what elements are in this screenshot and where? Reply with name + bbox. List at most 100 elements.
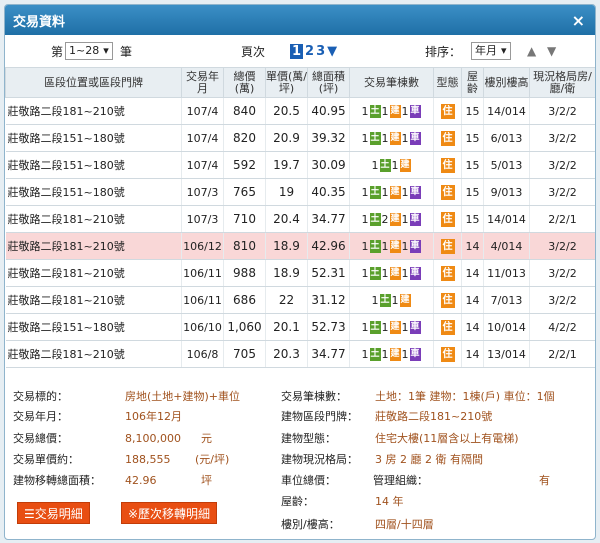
count-car: 1 xyxy=(401,239,409,253)
col-header[interactable]: 交易筆棟數 xyxy=(349,67,434,98)
car-badge-icon: 車 xyxy=(409,266,421,280)
title-bar: 交易資料 × xyxy=(5,5,595,35)
cell-area: 40.95 xyxy=(307,97,350,125)
col-header[interactable]: 現況格局房/廳/衛 xyxy=(529,67,595,98)
cell-counts: 1土1建1車 xyxy=(349,124,434,152)
cell-counts: 1土1建1車 xyxy=(349,313,434,341)
count-land: 1 xyxy=(361,347,369,361)
count-bldg: 2 xyxy=(381,212,389,226)
close-icon[interactable]: × xyxy=(572,11,585,30)
cell-total: 765 xyxy=(223,178,266,206)
col-header[interactable]: 總面積(坪) xyxy=(307,67,350,98)
count-land: 1 xyxy=(371,293,379,307)
table-row[interactable]: 莊敬路二段181~210號 107/4 840 20.5 40.95 1 土 1 建 1 車住 15 1… xyxy=(5,97,595,125)
sort-label: 排序： xyxy=(425,44,462,59)
table-row[interactable]: 莊敬路二段181~210號 106/8 705 20.3 34.77 1 土 1 建 1 車住 14 1… xyxy=(5,340,595,368)
count-car: 1 xyxy=(401,347,409,361)
cell-type: 住 xyxy=(433,97,462,125)
col-header[interactable]: 屋齡 xyxy=(461,67,484,98)
bldg-badge-icon: 建 xyxy=(389,185,401,199)
count-select[interactable]: 1~28 ▾ xyxy=(65,42,113,60)
bldg-badge-icon: 建 xyxy=(389,320,401,334)
col-header[interactable]: 單價(萬/坪) xyxy=(265,67,308,98)
cell-age: 15 xyxy=(461,97,484,125)
count-car: 1 xyxy=(401,185,409,199)
table-row[interactable]: 莊敬路二段181~210號 106/11 686 22 31.12 1 土 1 建住 14 7/01… xyxy=(5,286,595,314)
target-label: 交易標的： xyxy=(13,390,68,403)
count-bldg: 1 xyxy=(381,266,389,280)
controls-bar: 第 1~28 ▾ 筆 頁次 1 2 3 ▼ 排序： 年月 ▾ ▲ ▼ xyxy=(5,35,595,67)
cell-age: 15 xyxy=(461,124,484,152)
col-header[interactable]: 總價(萬) xyxy=(223,67,266,98)
target-value: 房地(土地+建物)+車位 xyxy=(125,390,241,403)
cell-layout: 3/2/2 xyxy=(529,286,595,314)
cell-unit: 20.5 xyxy=(265,97,308,125)
cell-type: 住 xyxy=(433,124,462,152)
land-badge-icon: 土 xyxy=(369,320,381,334)
cell-total: 710 xyxy=(223,205,266,233)
table-row[interactable]: 莊敬路二段151~180號 107/3 765 19 40.35 1 土 1 建 1 車住 15 9/0… xyxy=(5,178,595,206)
count-bldg: 1 xyxy=(381,239,389,253)
residential-badge-icon: 住 xyxy=(440,184,455,200)
cell-total: 592 xyxy=(223,151,266,179)
page-1[interactable]: 1 xyxy=(290,43,304,59)
table-row[interactable]: 莊敬路二段151~180號 107/4 592 19.7 30.09 1 土 1 建住 15 5/0… xyxy=(5,151,595,179)
col-header[interactable]: 交易年月 xyxy=(181,67,224,98)
cell-addr: 莊敬路二段151~180號 xyxy=(5,313,182,341)
cell-age: 15 xyxy=(461,151,484,179)
col-header[interactable]: 型態 xyxy=(433,67,462,98)
cell-area: 34.77 xyxy=(307,205,350,233)
table-row[interactable]: 莊敬路二段181~210號 106/12 810 18.9 42.96 1 土 1 建 1 車住 14… xyxy=(5,232,595,260)
sort-asc-icon[interactable]: ▲ xyxy=(527,44,536,58)
floor-value: 四層/十四層 xyxy=(375,518,434,531)
count-land: 1 xyxy=(361,185,369,199)
transfer-history-button[interactable]: ※歷次移轉明細 xyxy=(121,502,218,524)
btype-label: 建物型態： xyxy=(281,432,336,445)
cell-ym: 106/8 xyxy=(181,340,224,368)
btype-value: 住宅大樓(11層含以上有電梯) xyxy=(375,432,519,445)
count-bldg: 1 xyxy=(381,320,389,334)
window-title: 交易資料 xyxy=(13,14,66,30)
residential-badge-icon: 住 xyxy=(440,346,455,362)
cell-floor: 7/013 xyxy=(483,286,530,314)
cell-type: 住 xyxy=(433,259,462,287)
residential-badge-icon: 住 xyxy=(440,211,455,227)
land-badge-icon: 土 xyxy=(369,185,381,199)
cell-total: 705 xyxy=(223,340,266,368)
page-3[interactable]: 3 xyxy=(316,44,325,59)
layout-value: 3 房 2 廳 2 衛 有隔間 xyxy=(375,453,483,466)
sort-select-value: 年月 xyxy=(475,44,497,57)
sort-desc-icon[interactable]: ▼ xyxy=(547,44,556,58)
cell-layout: 3/2/2 xyxy=(529,232,595,260)
table-row[interactable]: 莊敬路二段181~210號 107/3 710 20.4 34.77 1 土 2 建 1 車住 15 1… xyxy=(5,205,595,233)
bldg-badge-icon: 建 xyxy=(389,104,401,118)
table-row[interactable]: 莊敬路二段151~180號 107/4 820 20.9 39.32 1 土 1 建 1 車住 15 6… xyxy=(5,124,595,152)
table-row[interactable]: 莊敬路二段151~180號 106/10 1,060 20.1 52.73 1 土 1 建 1 車住… xyxy=(5,313,595,341)
addr-label: 建物區段門牌： xyxy=(281,410,358,423)
table-row[interactable]: 莊敬路二段181~210號 106/11 988 18.9 52.31 1 土 1 建 1 車住 14… xyxy=(5,259,595,287)
cell-type: 住 xyxy=(433,151,462,179)
cell-unit: 20.4 xyxy=(265,205,308,233)
total-value: 8,100,000 xyxy=(125,432,181,445)
next-page-icon[interactable]: ▼ xyxy=(327,44,337,59)
cell-floor: 9/013 xyxy=(483,178,530,206)
count-land: 1 xyxy=(361,320,369,334)
col-header[interactable]: 區段位置或區段門牌 xyxy=(5,67,182,98)
cell-ym: 107/4 xyxy=(181,124,224,152)
residential-badge-icon: 住 xyxy=(440,265,455,281)
residential-badge-icon: 住 xyxy=(440,157,455,173)
transaction-detail-button[interactable]: ☰交易明細 xyxy=(17,502,90,524)
cell-layout: 3/2/2 xyxy=(529,259,595,287)
sort-select[interactable]: 年月 ▾ xyxy=(471,42,511,60)
col-header[interactable]: 樓別樓高 xyxy=(483,67,530,98)
total-unit: 元 xyxy=(201,432,212,445)
cell-total: 840 xyxy=(223,97,266,125)
bldg-badge-icon: 建 xyxy=(389,239,401,253)
car-label: 車位總價： xyxy=(281,474,336,487)
bldg-badge-icon: 建 xyxy=(389,131,401,145)
page-2[interactable]: 2 xyxy=(305,44,314,59)
cell-addr: 莊敬路二段181~210號 xyxy=(5,205,182,233)
car-badge-icon: 車 xyxy=(409,320,421,334)
cell-counts: 1土1建1車 xyxy=(349,178,434,206)
cell-layout: 2/2/1 xyxy=(529,205,595,233)
